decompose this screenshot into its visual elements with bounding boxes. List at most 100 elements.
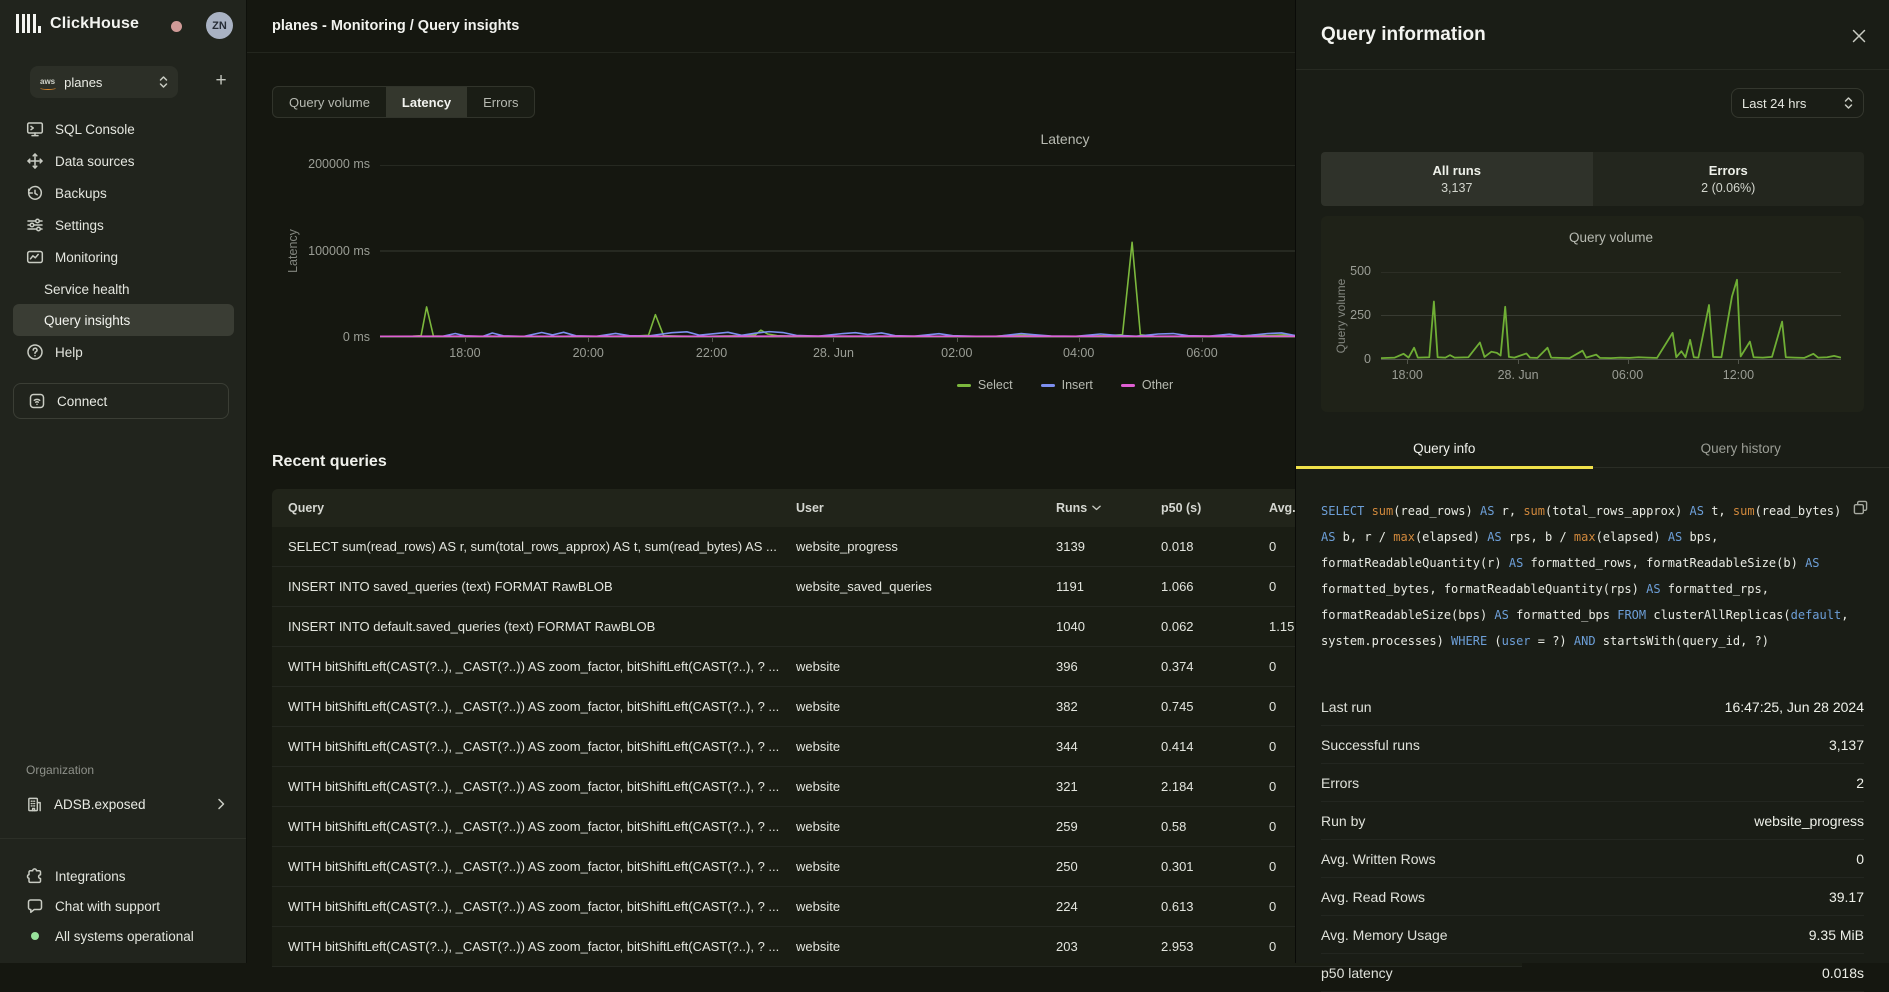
y-axis-ticks: 0 250 500 bbox=[1321, 216, 1371, 412]
column-header-runs-label: Runs bbox=[1056, 501, 1087, 515]
tab-query-info[interactable]: Query info bbox=[1296, 430, 1593, 467]
sidebar-item-service-health[interactable]: Service health bbox=[13, 273, 234, 305]
legend-item-other[interactable]: Other bbox=[1121, 378, 1173, 392]
connect-icon bbox=[28, 392, 46, 410]
organization-switcher[interactable]: ADSB.exposed bbox=[13, 788, 234, 820]
cell-runs: 250 bbox=[1056, 859, 1161, 874]
sidebar-item-monitoring[interactable]: Monitoring bbox=[13, 241, 234, 273]
tab-latency[interactable]: Latency bbox=[386, 87, 467, 117]
sliders-icon bbox=[26, 216, 44, 234]
sidebar-item-label: Integrations bbox=[55, 869, 126, 884]
time-range-value: Last 24 hrs bbox=[1742, 96, 1834, 111]
cell-runs: 1191 bbox=[1056, 579, 1161, 594]
chevron-right-icon bbox=[216, 797, 226, 811]
stat-label: Avg. Read Rows bbox=[1321, 889, 1425, 905]
cell-p50: 0.301 bbox=[1161, 859, 1269, 874]
sidebar-item-sql-console[interactable]: SQL Console bbox=[13, 113, 234, 145]
tab-query-history[interactable]: Query history bbox=[1593, 430, 1889, 467]
chevron-updown-icon bbox=[1844, 96, 1853, 110]
cell-p50: 0.062 bbox=[1161, 619, 1269, 634]
panel-header: Query information bbox=[1296, 0, 1889, 70]
y-axis-tick: 500 bbox=[1350, 264, 1371, 278]
connect-button[interactable]: Connect bbox=[13, 383, 229, 419]
stat-row: p50 latency 0.018s bbox=[1321, 954, 1864, 992]
notification-dot-icon[interactable] bbox=[171, 21, 182, 32]
segment-label: Errors bbox=[1709, 163, 1748, 178]
connect-label: Connect bbox=[57, 394, 107, 409]
cell-runs: 203 bbox=[1056, 939, 1161, 954]
sidebar: ClickHouse ZN aws planes + SQL Console D… bbox=[0, 0, 247, 963]
sidebar-item-settings[interactable]: Settings bbox=[13, 209, 234, 241]
stat-value: 2 bbox=[1856, 775, 1864, 791]
sidebar-item-label: Data sources bbox=[55, 154, 135, 169]
plot-area[interactable] bbox=[1381, 272, 1841, 360]
avatar[interactable]: ZN bbox=[206, 12, 233, 39]
help-icon bbox=[26, 343, 44, 361]
code-line: formatReadableSize(bps) AS formatted_bps… bbox=[1321, 602, 1869, 628]
panel-title: Query information bbox=[1321, 0, 1486, 70]
y-axis-tick: 250 bbox=[1350, 308, 1371, 322]
clickhouse-logo-icon bbox=[16, 14, 41, 33]
tab-query-volume[interactable]: Query volume bbox=[273, 87, 386, 117]
cell-query: INSERT INTO default.saved_queries (text)… bbox=[272, 619, 796, 634]
legend-swatch bbox=[1041, 384, 1055, 387]
x-axis-tick: 22:00 bbox=[696, 346, 727, 360]
sidebar-item-data-sources[interactable]: Data sources bbox=[13, 145, 234, 177]
time-range-select[interactable]: Last 24 hrs bbox=[1731, 88, 1864, 118]
column-header-runs[interactable]: Runs bbox=[1056, 501, 1161, 515]
cell-query: WITH bitShiftLeft(CAST(?..), _CAST(?..))… bbox=[272, 779, 796, 794]
sidebar-item-help[interactable]: Help bbox=[13, 336, 234, 368]
cell-runs: 321 bbox=[1056, 779, 1161, 794]
stat-row: Last run16:47:25, Jun 28 2024 bbox=[1321, 688, 1864, 726]
cell-runs: 3139 bbox=[1056, 539, 1161, 554]
segment-value: 3,137 bbox=[1441, 181, 1472, 195]
cell-user: website_saved_queries bbox=[796, 579, 1056, 594]
y-axis-tick: 200000 ms bbox=[308, 157, 370, 171]
cell-runs: 1040 bbox=[1056, 619, 1161, 634]
aws-icon: aws bbox=[40, 78, 55, 86]
segment-errors[interactable]: Errors 2 (0.06%) bbox=[1593, 152, 1865, 206]
stat-row: Avg. Read Rows39.17 bbox=[1321, 878, 1864, 916]
tab-errors[interactable]: Errors bbox=[467, 87, 534, 117]
stat-value: 0.018s bbox=[1822, 965, 1864, 981]
cell-p50: 0.414 bbox=[1161, 739, 1269, 754]
legend-item-select[interactable]: Select bbox=[957, 378, 1013, 392]
x-axis-tick: 18:00 bbox=[1392, 368, 1423, 382]
status-dot-icon bbox=[31, 932, 39, 940]
sidebar-item-backups[interactable]: Backups bbox=[13, 177, 234, 209]
cell-query: INSERT INTO saved_queries (text) FORMAT … bbox=[272, 579, 796, 594]
axis-tick-mark bbox=[1518, 360, 1519, 364]
sidebar-item-query-insights[interactable]: Query insights bbox=[13, 304, 234, 336]
axis-tick-mark bbox=[588, 338, 589, 342]
cell-user: website bbox=[796, 899, 1056, 914]
service-selector[interactable]: aws planes bbox=[30, 66, 178, 98]
code-line: system.processes) WHERE (user = ?) AND s… bbox=[1321, 628, 1869, 654]
stat-label: p50 latency bbox=[1321, 965, 1393, 981]
segment-value: 2 (0.06%) bbox=[1701, 181, 1755, 195]
column-header-query[interactable]: Query bbox=[272, 501, 796, 515]
cell-user: website bbox=[796, 819, 1056, 834]
sidebar-item-chat-support[interactable]: Chat with support bbox=[13, 891, 234, 921]
x-axis-tick: 18:00 bbox=[449, 346, 480, 360]
legend-item-insert[interactable]: Insert bbox=[1041, 378, 1093, 392]
monitoring-chart-icon bbox=[26, 248, 44, 266]
sidebar-item-label: Chat with support bbox=[55, 899, 160, 914]
add-service-button[interactable]: + bbox=[209, 69, 233, 93]
column-header-p50[interactable]: p50 (s) bbox=[1161, 501, 1269, 515]
y-axis-tick: 0 bbox=[1364, 352, 1371, 366]
segment-all-runs[interactable]: All runs 3,137 bbox=[1321, 152, 1593, 206]
organization-label: Organization bbox=[26, 763, 94, 777]
sidebar-item-integrations[interactable]: Integrations bbox=[13, 861, 234, 891]
cell-p50: 0.374 bbox=[1161, 659, 1269, 674]
close-icon[interactable] bbox=[1851, 28, 1867, 44]
sidebar-item-system-status[interactable]: All systems operational bbox=[13, 921, 234, 951]
sidebar-item-label: Settings bbox=[55, 218, 104, 233]
cell-p50: 1.066 bbox=[1161, 579, 1269, 594]
column-header-user[interactable]: User bbox=[796, 501, 1056, 515]
cell-query: SELECT sum(read_rows) AS r, sum(total_ro… bbox=[272, 539, 796, 554]
terminal-icon bbox=[26, 120, 44, 138]
x-axis-tick: 28. Jun bbox=[1498, 368, 1539, 382]
copy-icon[interactable] bbox=[1853, 500, 1869, 516]
cell-p50: 0.58 bbox=[1161, 819, 1269, 834]
cell-p50: 2.184 bbox=[1161, 779, 1269, 794]
